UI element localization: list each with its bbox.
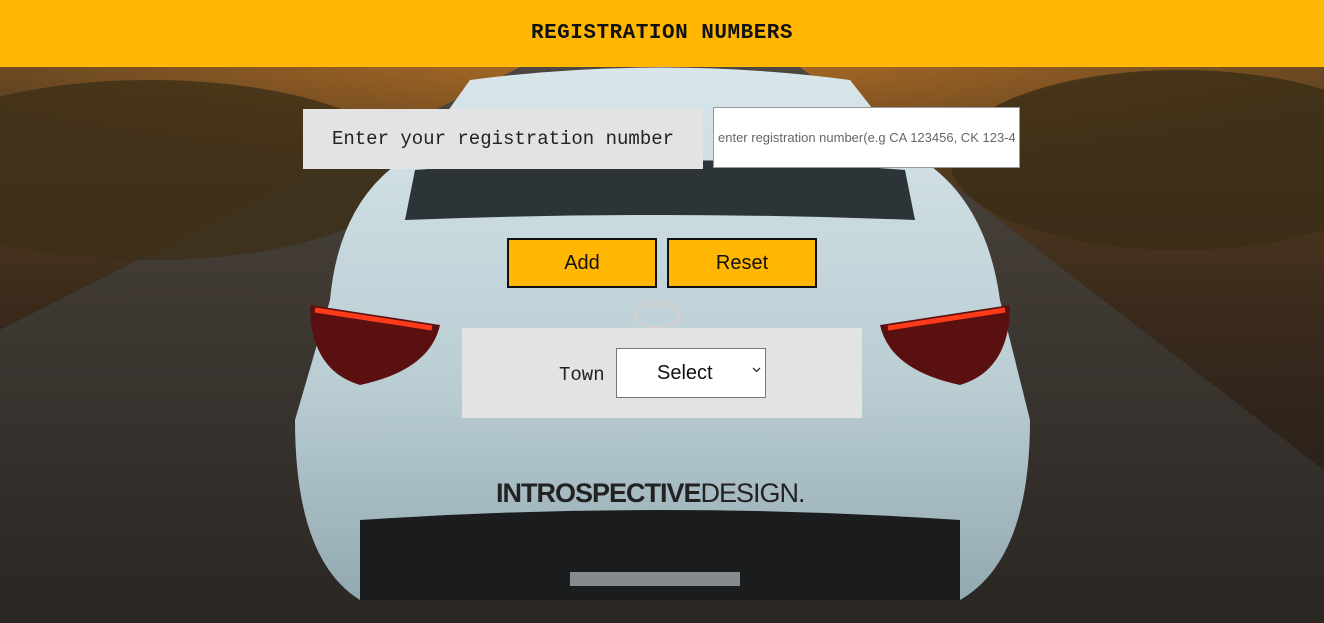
town-select-value: Select [657, 362, 713, 384]
town-select[interactable]: Select [616, 348, 766, 398]
add-button[interactable]: Add [507, 238, 657, 288]
town-filter-panel: Town Select [462, 328, 862, 418]
chevron-down-icon [752, 364, 761, 376]
town-label: Town [559, 364, 605, 386]
background-photo: INTROSPECTIVEDESIGN. [0, 0, 1324, 623]
registration-label-text: Enter your registration number [331, 128, 675, 150]
page-header: REGISTRATION NUMBERS [0, 0, 1324, 67]
registration-input[interactable] [713, 107, 1020, 168]
reset-button-label: Reset [715, 251, 769, 274]
reset-button[interactable]: Reset [667, 238, 817, 288]
registration-label: Enter your registration number [303, 109, 703, 169]
page-title: REGISTRATION NUMBERS [530, 22, 794, 45]
add-button-label: Add [564, 251, 600, 274]
svg-text:INTROSPECTIVEDESIGN.: INTROSPECTIVEDESIGN. [496, 478, 805, 508]
